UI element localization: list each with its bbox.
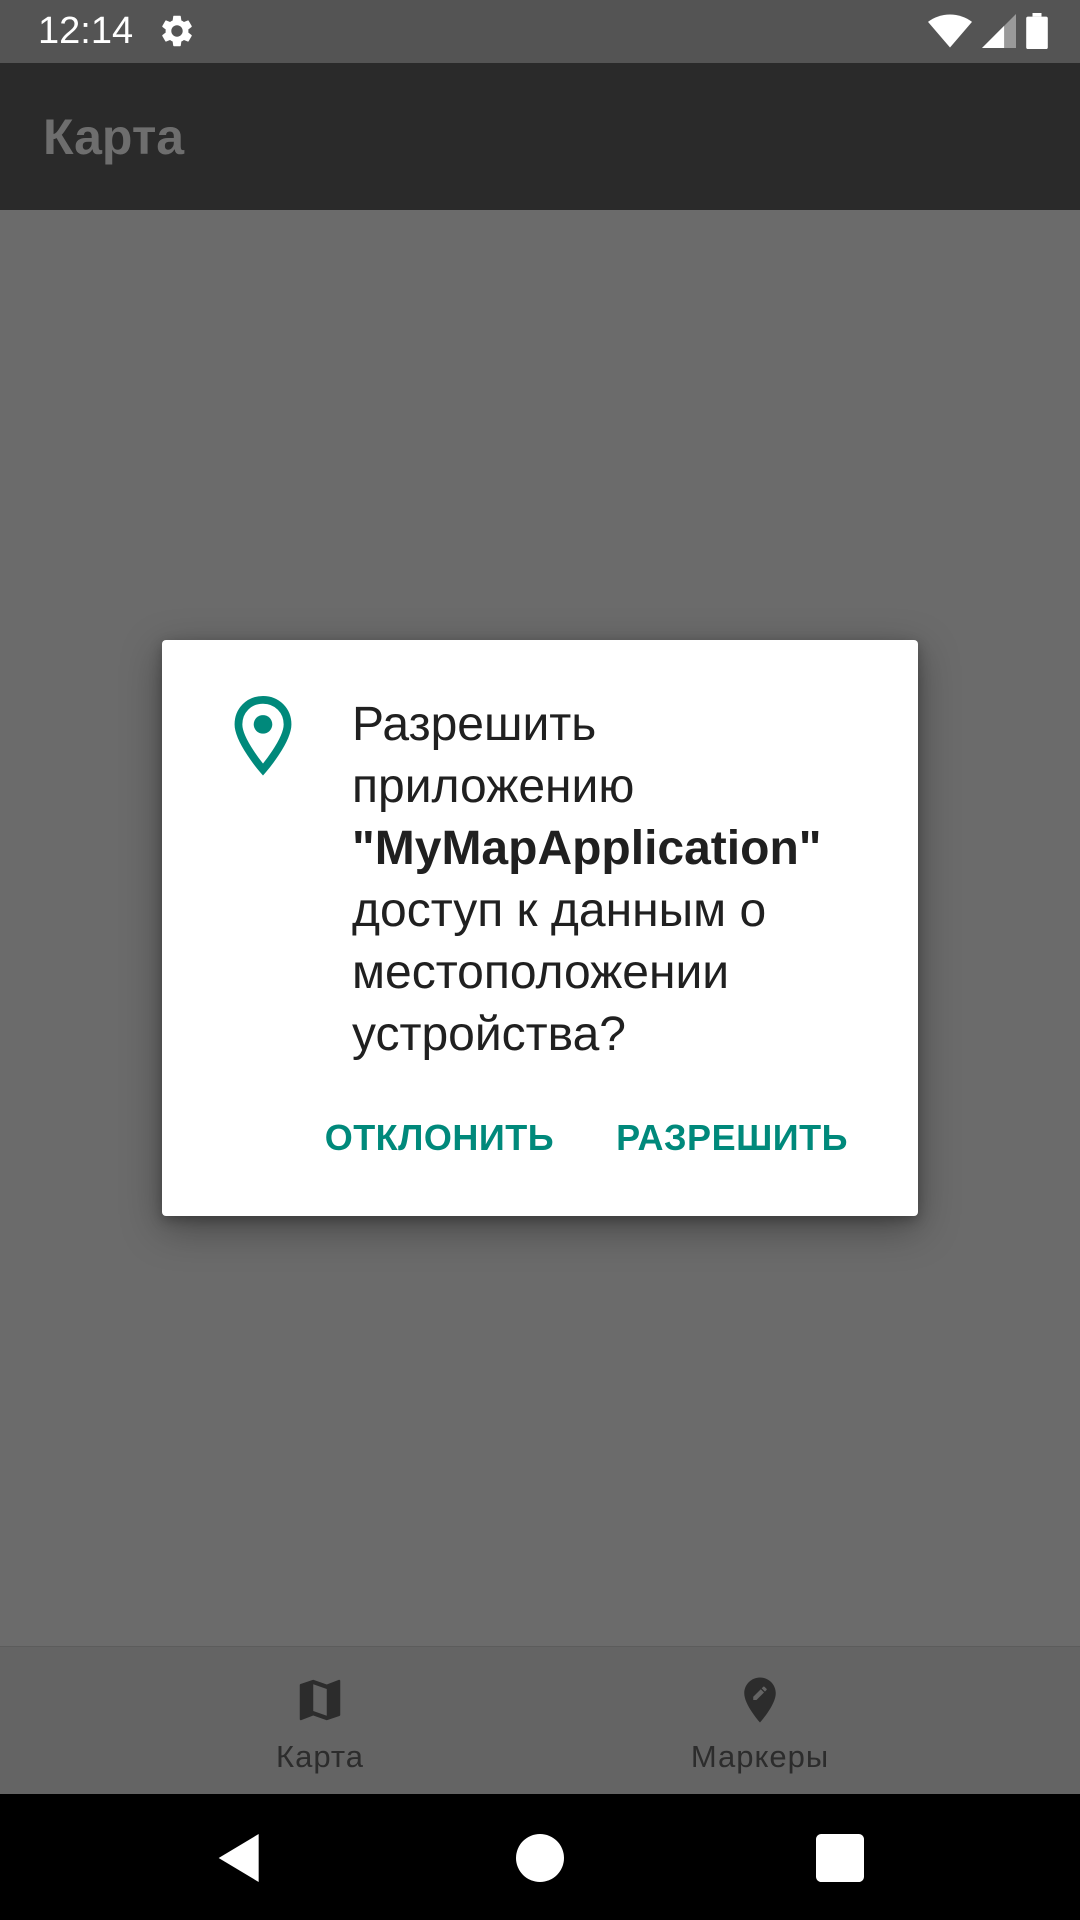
edit-location-icon [744,1677,776,1723]
screen: 12:14 Карта Карта Маркеры Разрешить прил… [0,0,1080,1920]
status-time: 12:14 [38,10,134,52]
system-navigation-bar [0,1794,1080,1920]
dialog-actions: ОТКЛОНИТЬ РАЗРЕШИТЬ [325,1114,848,1162]
dialog-app-name: "MyMapApplication" [352,822,822,875]
nav-label-markers: Маркеры [690,1739,830,1774]
cell-signal-icon [982,14,1016,48]
wifi-icon [928,14,972,48]
dialog-message: Разрешить приложению "MyMapApplication" … [352,694,872,1066]
app-title: Карта [43,109,185,165]
recents-square-icon[interactable] [808,1826,872,1890]
settings-gear-icon [162,15,192,47]
back-triangle-icon[interactable] [208,1826,272,1890]
dialog-message-prefix: Разрешить приложению [352,698,635,813]
location-permission-dialog: Разрешить приложению "MyMapApplication" … [162,640,918,1216]
status-bar: 12:14 [0,0,1080,63]
app-bar: Карта [0,63,1080,210]
nav-item-markers[interactable]: Маркеры [490,1647,1030,1795]
map-icon [299,1679,341,1721]
bottom-navigation: Карта Маркеры [0,1646,1080,1795]
deny-button[interactable]: ОТКЛОНИТЬ [325,1114,554,1162]
location-pin-icon [234,695,292,776]
status-icons [928,12,1048,50]
battery-icon [1026,13,1048,49]
dialog-message-suffix: доступ к данным о местоположении устройс… [352,884,767,1061]
allow-button[interactable]: РАЗРЕШИТЬ [616,1114,848,1162]
home-circle-icon[interactable] [508,1826,572,1890]
